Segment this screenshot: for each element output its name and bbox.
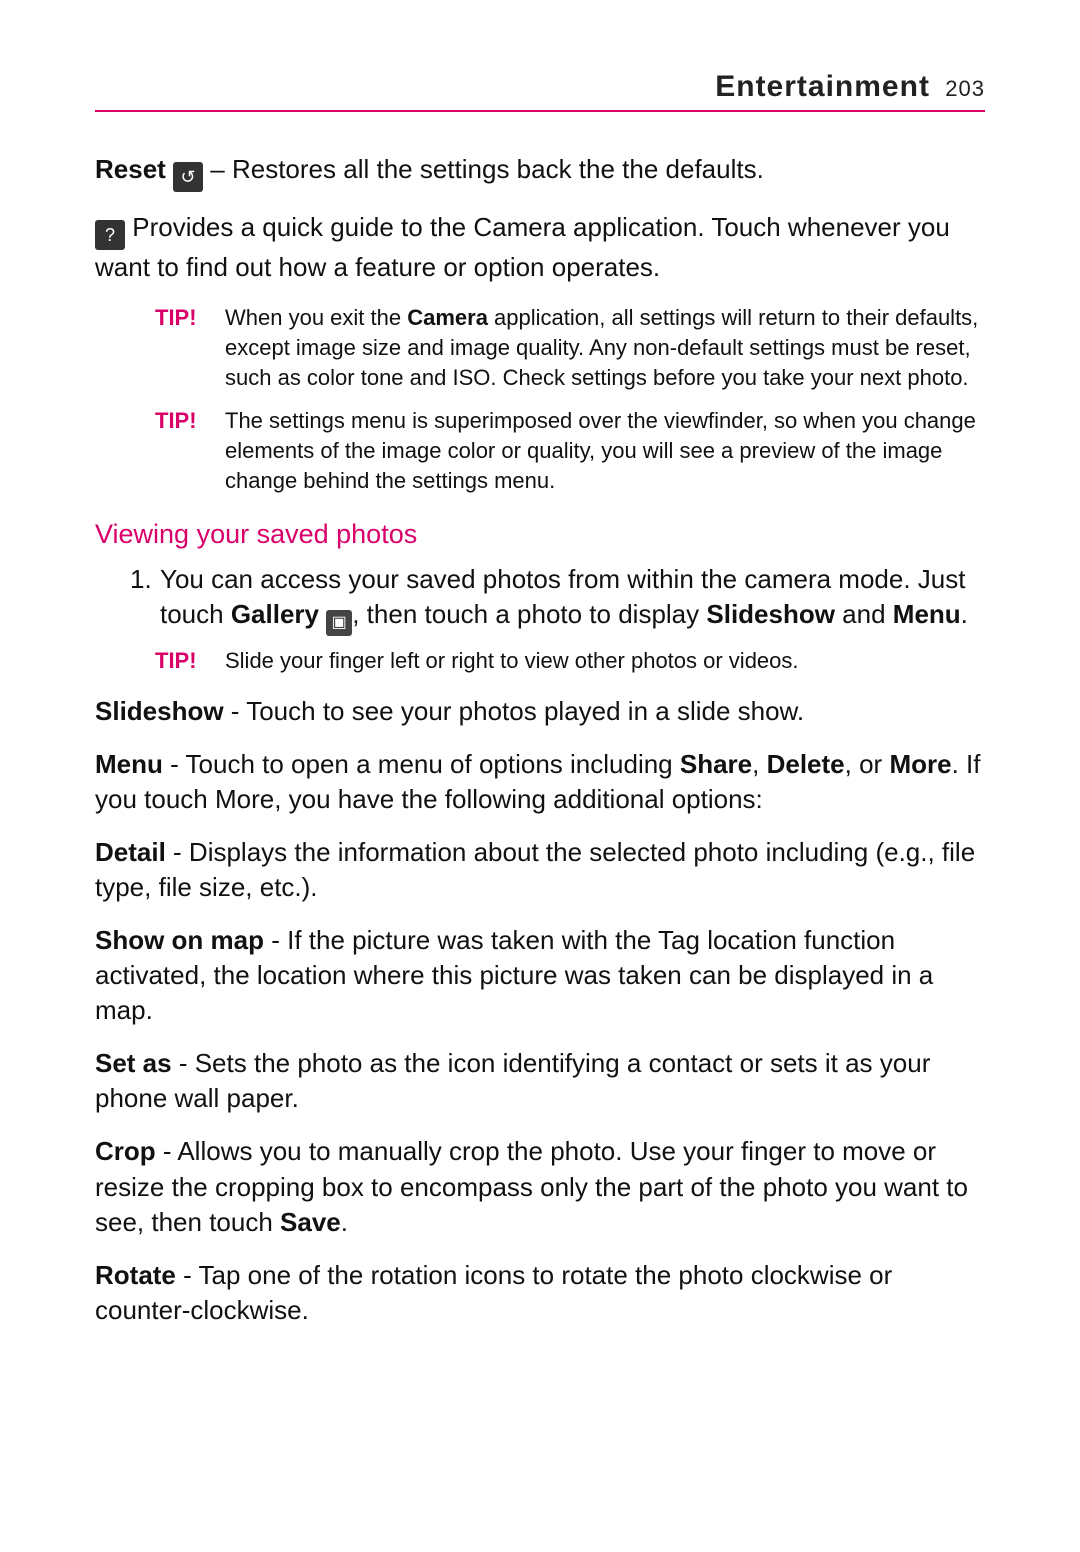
- crop-a: - Allows you to manually crop the photo.…: [95, 1136, 968, 1236]
- numbered-item-1: 1. You can access your saved photos from…: [130, 562, 985, 636]
- slideshow-text: - Touch to see your photos played in a s…: [224, 696, 805, 726]
- help-text: Provides a quick guide to the Camera app…: [95, 212, 950, 282]
- crop-paragraph: Crop - Allows you to manually crop the p…: [95, 1134, 985, 1239]
- reset-label: Reset: [95, 154, 166, 184]
- page-number: 203: [945, 76, 985, 101]
- crop-save: Save: [280, 1207, 341, 1237]
- header-title: Entertainment: [715, 70, 930, 103]
- page-body: Reset ↺ – Restores all the settings back…: [95, 152, 985, 1328]
- list-content: You can access your saved photos from wi…: [160, 562, 985, 636]
- help-paragraph: ? Provides a quick guide to the Camera a…: [95, 210, 985, 285]
- tip1-a: When you exit the: [225, 305, 407, 330]
- section-heading: Viewing your saved photos: [95, 516, 985, 552]
- page-header: Entertainment 203: [95, 70, 985, 112]
- tip1-bold: Camera: [407, 305, 488, 330]
- tip-row-2: TIP! The settings menu is superimposed o…: [155, 406, 985, 495]
- gallery-label: Gallery: [231, 599, 319, 629]
- tip-label: TIP!: [155, 406, 225, 495]
- slideshow-paragraph: Slideshow - Touch to see your photos pla…: [95, 694, 985, 729]
- list1-slideshow: Slideshow: [706, 599, 835, 629]
- tip-label: TIP!: [155, 303, 225, 392]
- reset-text: – Restores all the settings back the the…: [203, 154, 764, 184]
- tip-block-2: TIP! Slide your finger left or right to …: [155, 646, 985, 676]
- gallery-icon: ▣: [326, 610, 352, 636]
- menu-more: More: [889, 749, 951, 779]
- tip-block-1: TIP! When you exit the Camera applicatio…: [155, 303, 985, 495]
- setas-text: - Sets the photo as the icon identifying…: [95, 1048, 930, 1113]
- menu-b: , or: [845, 749, 890, 779]
- crop-b: .: [341, 1207, 348, 1237]
- menu-share: Share: [680, 749, 752, 779]
- showonmap-paragraph: Show on map - If the picture was taken w…: [95, 923, 985, 1028]
- tip-text: Slide your finger left or right to view …: [225, 646, 985, 676]
- tip-row-1: TIP! When you exit the Camera applicatio…: [155, 303, 985, 392]
- tip-label: TIP!: [155, 646, 225, 676]
- menu-a: - Touch to open a menu of options includ…: [163, 749, 680, 779]
- list1-period: .: [961, 599, 968, 629]
- crop-label: Crop: [95, 1136, 156, 1166]
- tip-text: When you exit the Camera application, al…: [225, 303, 985, 392]
- tip-text: The settings menu is superimposed over t…: [225, 406, 985, 495]
- list-number: 1.: [130, 562, 160, 636]
- slideshow-label: Slideshow: [95, 696, 224, 726]
- help-icon: ?: [95, 220, 125, 250]
- detail-label: Detail: [95, 837, 166, 867]
- rotate-paragraph: Rotate - Tap one of the rotation icons t…: [95, 1258, 985, 1328]
- menu-paragraph: Menu - Touch to open a menu of options i…: [95, 747, 985, 817]
- menu-label: Menu: [95, 749, 163, 779]
- setas-paragraph: Set as - Sets the photo as the icon iden…: [95, 1046, 985, 1116]
- list1-menu: Menu: [893, 599, 961, 629]
- reset-icon: ↺: [173, 162, 203, 192]
- list1-b: , then touch a photo to display: [352, 599, 706, 629]
- menu-comma: ,: [752, 749, 766, 779]
- manual-page: Entertainment 203 Reset ↺ – Restores all…: [0, 0, 1080, 1552]
- rotate-label: Rotate: [95, 1260, 176, 1290]
- tip-row-3: TIP! Slide your finger left or right to …: [155, 646, 985, 676]
- list1-and: and: [835, 599, 893, 629]
- rotate-text: - Tap one of the rotation icons to rotat…: [95, 1260, 892, 1325]
- detail-paragraph: Detail - Displays the information about …: [95, 835, 985, 905]
- showonmap-label: Show on map: [95, 925, 264, 955]
- setas-label: Set as: [95, 1048, 172, 1078]
- reset-paragraph: Reset ↺ – Restores all the settings back…: [95, 152, 985, 192]
- detail-text: - Displays the information about the sel…: [95, 837, 975, 902]
- menu-delete: Delete: [767, 749, 845, 779]
